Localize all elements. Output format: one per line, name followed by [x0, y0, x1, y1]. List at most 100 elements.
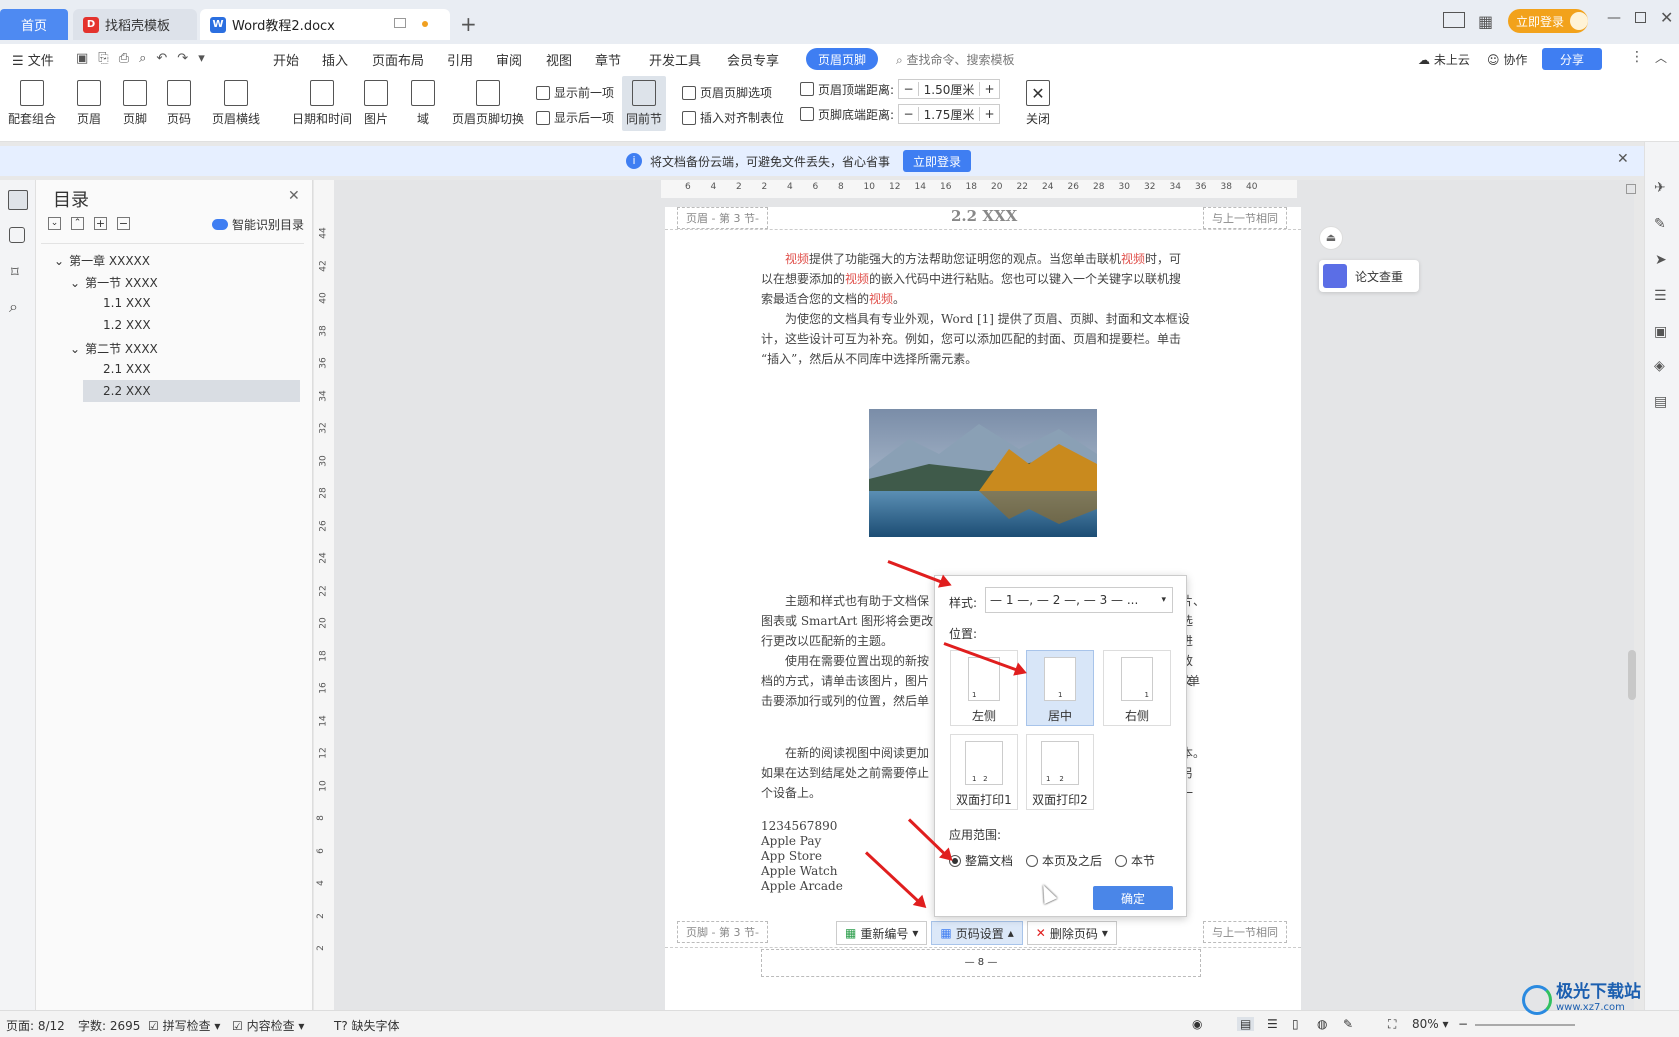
- delete-page-number-button[interactable]: ✕ 删除页码 ▾: [1026, 921, 1117, 945]
- close-window-icon[interactable]: ✕: [1660, 8, 1673, 27]
- bottom-distance-decrement[interactable]: −: [899, 107, 920, 121]
- scope-this-page-after[interactable]: 本页及之后: [1026, 852, 1102, 869]
- top-distance-increment[interactable]: +: [979, 82, 999, 96]
- zoom-out-icon[interactable]: −: [1458, 1017, 1468, 1031]
- toc-item-selected[interactable]: 2.2 XXX: [83, 380, 300, 402]
- page-number-button[interactable]: 页码: [167, 80, 191, 127]
- collapse-ribbon-icon[interactable]: ︿: [1655, 49, 1667, 66]
- close-hf-button[interactable]: ✕ 关闭: [1026, 80, 1050, 127]
- menu-section[interactable]: 章节: [595, 50, 621, 69]
- position-duplex-1[interactable]: 1 2 双面打印1: [950, 734, 1018, 810]
- scope-this-section[interactable]: 本节: [1115, 852, 1155, 869]
- page-view-icon[interactable]: ▤: [1237, 1017, 1255, 1031]
- page-indicator[interactable]: 页面: 8/12: [6, 1017, 65, 1034]
- write-view-icon[interactable]: ✎: [1343, 1017, 1353, 1031]
- position-center[interactable]: 1 居中: [1026, 650, 1094, 726]
- switch-button[interactable]: 页眉页脚切换: [452, 80, 524, 127]
- tab-template[interactable]: D 找稻壳模板: [73, 9, 197, 40]
- search-icon[interactable]: ⌕: [9, 297, 18, 317]
- layout-icon[interactable]: [1443, 12, 1465, 28]
- maximize-icon[interactable]: [1635, 12, 1646, 23]
- apps-grid-icon[interactable]: ▦: [1478, 12, 1493, 31]
- vertical-scrollbar[interactable]: [1628, 650, 1636, 700]
- minimize-icon[interactable]: —: [1607, 10, 1621, 26]
- ok-button[interactable]: 确定: [1093, 886, 1173, 910]
- location-icon[interactable]: ◈: [1654, 358, 1665, 374]
- close-toc-icon[interactable]: ✕: [288, 188, 300, 204]
- close-notification-icon[interactable]: ✕: [1617, 151, 1629, 167]
- more-menu-icon[interactable]: ⋮: [1630, 49, 1644, 65]
- expand-all-icon[interactable]: +: [94, 217, 107, 230]
- footer-button[interactable]: 页脚: [123, 80, 147, 127]
- rocket-icon[interactable]: ✈: [1654, 180, 1666, 196]
- menu-insert[interactable]: 插入: [322, 50, 348, 69]
- toc-item[interactable]: 1.1 XXX: [103, 296, 151, 310]
- menu-header-footer-active[interactable]: 页眉页脚: [806, 48, 879, 70]
- nav-pane-icon[interactable]: [9, 227, 25, 246]
- tab-home[interactable]: 首页: [0, 9, 68, 40]
- new-tab-icon[interactable]: +: [460, 12, 477, 36]
- header-button[interactable]: 页眉: [77, 80, 101, 127]
- position-left[interactable]: 1 左侧: [950, 650, 1018, 726]
- footer-page-number[interactable]: — 8 —: [761, 949, 1201, 977]
- share-button[interactable]: 分享: [1542, 48, 1602, 70]
- redo-icon[interactable]: ↷: [177, 51, 188, 66]
- bottom-distance-increment[interactable]: +: [979, 107, 999, 121]
- zoom-slider[interactable]: [1475, 1024, 1575, 1026]
- save-icon[interactable]: ▣: [76, 51, 88, 66]
- hf-options-button[interactable]: 页眉页脚选项: [682, 84, 772, 101]
- menu-start[interactable]: 开始: [273, 50, 299, 69]
- menu-reference[interactable]: 引用: [447, 50, 473, 69]
- landscape-image[interactable]: [869, 409, 1097, 537]
- sliders-icon[interactable]: ☰: [1654, 288, 1667, 304]
- word-count[interactable]: 字数: 2695: [78, 1017, 140, 1034]
- same-prev-button[interactable]: 同前节: [622, 76, 667, 131]
- missing-font-button[interactable]: T? 缺失字体: [334, 1017, 400, 1034]
- menu-developer[interactable]: 开发工具: [649, 50, 701, 69]
- collapse-side-panel-icon[interactable]: ⏏: [1319, 226, 1343, 250]
- toc-item[interactable]: 1.2 XXX: [103, 318, 151, 332]
- renumber-button[interactable]: ▦ 重新编号 ▾: [836, 921, 928, 945]
- cloud-status[interactable]: ☁ 未上云: [1418, 51, 1470, 68]
- menu-layout[interactable]: 页面布局: [372, 50, 424, 69]
- collab-button[interactable]: ☺ 协作: [1487, 51, 1527, 68]
- toc-item[interactable]: ⌄ 第一章 XXXXX: [54, 252, 150, 269]
- toc-item[interactable]: 2.1 XXX: [103, 362, 151, 376]
- combo-button[interactable]: 配套组合: [8, 80, 56, 127]
- position-duplex-2[interactable]: 1 2 双面打印2: [1026, 734, 1094, 810]
- style-select[interactable]: — 1 —, — 2 —, — 3 — ... ▾: [985, 587, 1173, 613]
- cursor-icon[interactable]: ➤: [1655, 252, 1667, 268]
- toc-item[interactable]: ⌄ 第二节 XXXX: [70, 340, 158, 357]
- preview-icon[interactable]: ⌕: [139, 51, 146, 66]
- page-number-settings-button[interactable]: ▦ 页码设置 ▴: [931, 921, 1023, 945]
- expand-level-icon[interactable]: ⌄: [48, 217, 61, 230]
- monitor-icon[interactable]: [394, 18, 406, 28]
- content-check-button[interactable]: ☑ 内容检查 ▾: [232, 1017, 304, 1034]
- notification-login-button[interactable]: 立即登录: [903, 150, 972, 172]
- collapse-level-icon[interactable]: ⌃: [71, 217, 84, 230]
- command-search[interactable]: ⌕ 查找命令、搜索模板: [896, 51, 1015, 68]
- image-tool-icon[interactable]: ▣: [1654, 324, 1667, 340]
- scope-whole-document[interactable]: 整篇文档: [949, 852, 1013, 869]
- field-button[interactable]: 域: [411, 80, 435, 127]
- header-line-button[interactable]: 页眉横线: [212, 80, 260, 127]
- show-next-button[interactable]: 显示后一项: [536, 109, 614, 126]
- toc-panel-icon[interactable]: [8, 190, 28, 210]
- smart-toc-button[interactable]: 智能识别目录: [212, 216, 304, 233]
- insert-tab-button[interactable]: 插入对齐制表位: [682, 109, 784, 126]
- ruler-toggle-icon[interactable]: [1626, 184, 1636, 194]
- more-icon[interactable]: ▾: [198, 51, 205, 66]
- bottom-distance-value[interactable]: 1.75厘米: [919, 106, 979, 123]
- datetime-button[interactable]: 日期和时间: [292, 80, 352, 127]
- login-button[interactable]: 立即登录: [1508, 9, 1588, 33]
- spell-check-button[interactable]: ☑ 拼写检查 ▾: [148, 1017, 220, 1034]
- menu-view[interactable]: 视图: [546, 50, 572, 69]
- book-icon[interactable]: ▤: [1654, 394, 1667, 410]
- print-icon[interactable]: ⎙: [119, 51, 129, 66]
- top-distance-value[interactable]: 1.50厘米: [919, 81, 979, 98]
- web-view-icon[interactable]: ◍: [1317, 1017, 1327, 1031]
- toc-item[interactable]: ⌄ 第一节 XXXX: [70, 274, 158, 291]
- zoom-level[interactable]: 80% ▾: [1412, 1017, 1449, 1031]
- bookmark-icon[interactable]: ⌑: [11, 263, 19, 281]
- export-icon[interactable]: ⎘: [98, 51, 108, 66]
